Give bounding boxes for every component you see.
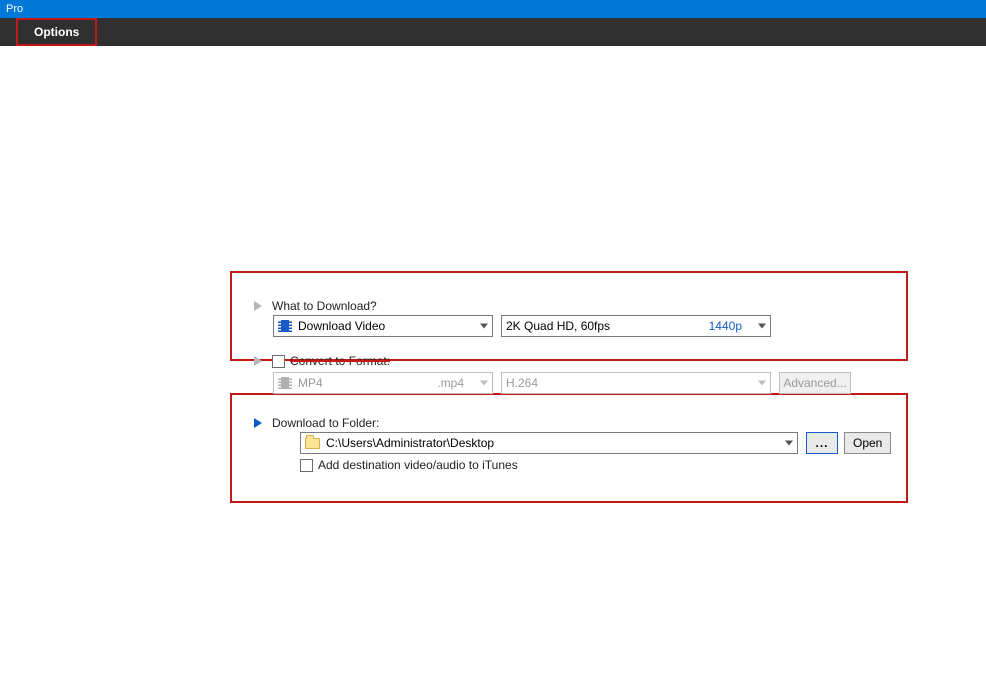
download-mode-value: Download Video (298, 319, 470, 333)
open-folder-button[interactable]: Open (844, 432, 891, 454)
browse-folder-button[interactable]: ... (806, 432, 838, 454)
what-to-download-heading: What to Download? (272, 299, 377, 313)
menubar: n Options (0, 18, 986, 46)
chevron-down-icon (480, 324, 488, 329)
chevron-down-icon (480, 381, 488, 386)
arrow-icon (254, 356, 262, 366)
add-to-itunes-checkbox[interactable] (300, 459, 313, 472)
arrow-icon (254, 301, 262, 311)
download-mode-select[interactable]: Download Video (273, 315, 493, 337)
chevron-down-icon (758, 324, 766, 329)
convert-codec-value: H.264 (506, 376, 748, 390)
chevron-down-icon (785, 441, 793, 446)
convert-container-ext: .mp4 (437, 376, 464, 390)
convert-container-select: MP4 .mp4 (273, 372, 493, 394)
download-folder-heading: Download to Folder: (272, 416, 379, 430)
download-quality-select[interactable]: 2K Quad HD, 60fps 1440p (501, 315, 771, 337)
menu-item-options[interactable]: Options (16, 18, 97, 46)
chevron-down-icon (758, 381, 766, 386)
film-icon (278, 320, 292, 332)
arrow-icon (254, 418, 262, 428)
menu-item-truncated[interactable]: n (0, 18, 16, 46)
folder-icon (305, 438, 320, 449)
download-folder-select[interactable]: C:\Users\Administrator\Desktop (300, 432, 798, 454)
convert-format-checkbox[interactable] (272, 355, 285, 368)
film-icon (278, 377, 292, 389)
convert-format-heading: Convert to Format: (290, 354, 390, 368)
download-quality-tag: 1440p (709, 319, 742, 333)
convert-codec-select: H.264 (501, 372, 771, 394)
window-titlebar: Pro (0, 0, 986, 18)
window-title-suffix: Pro (6, 3, 23, 15)
advanced-button: Advanced... (779, 372, 851, 394)
download-folder-path: C:\Users\Administrator\Desktop (326, 436, 775, 450)
workspace: What to Download? Download Video 2K Quad… (0, 46, 986, 684)
add-to-itunes-label: Add destination video/audio to iTunes (318, 458, 518, 472)
